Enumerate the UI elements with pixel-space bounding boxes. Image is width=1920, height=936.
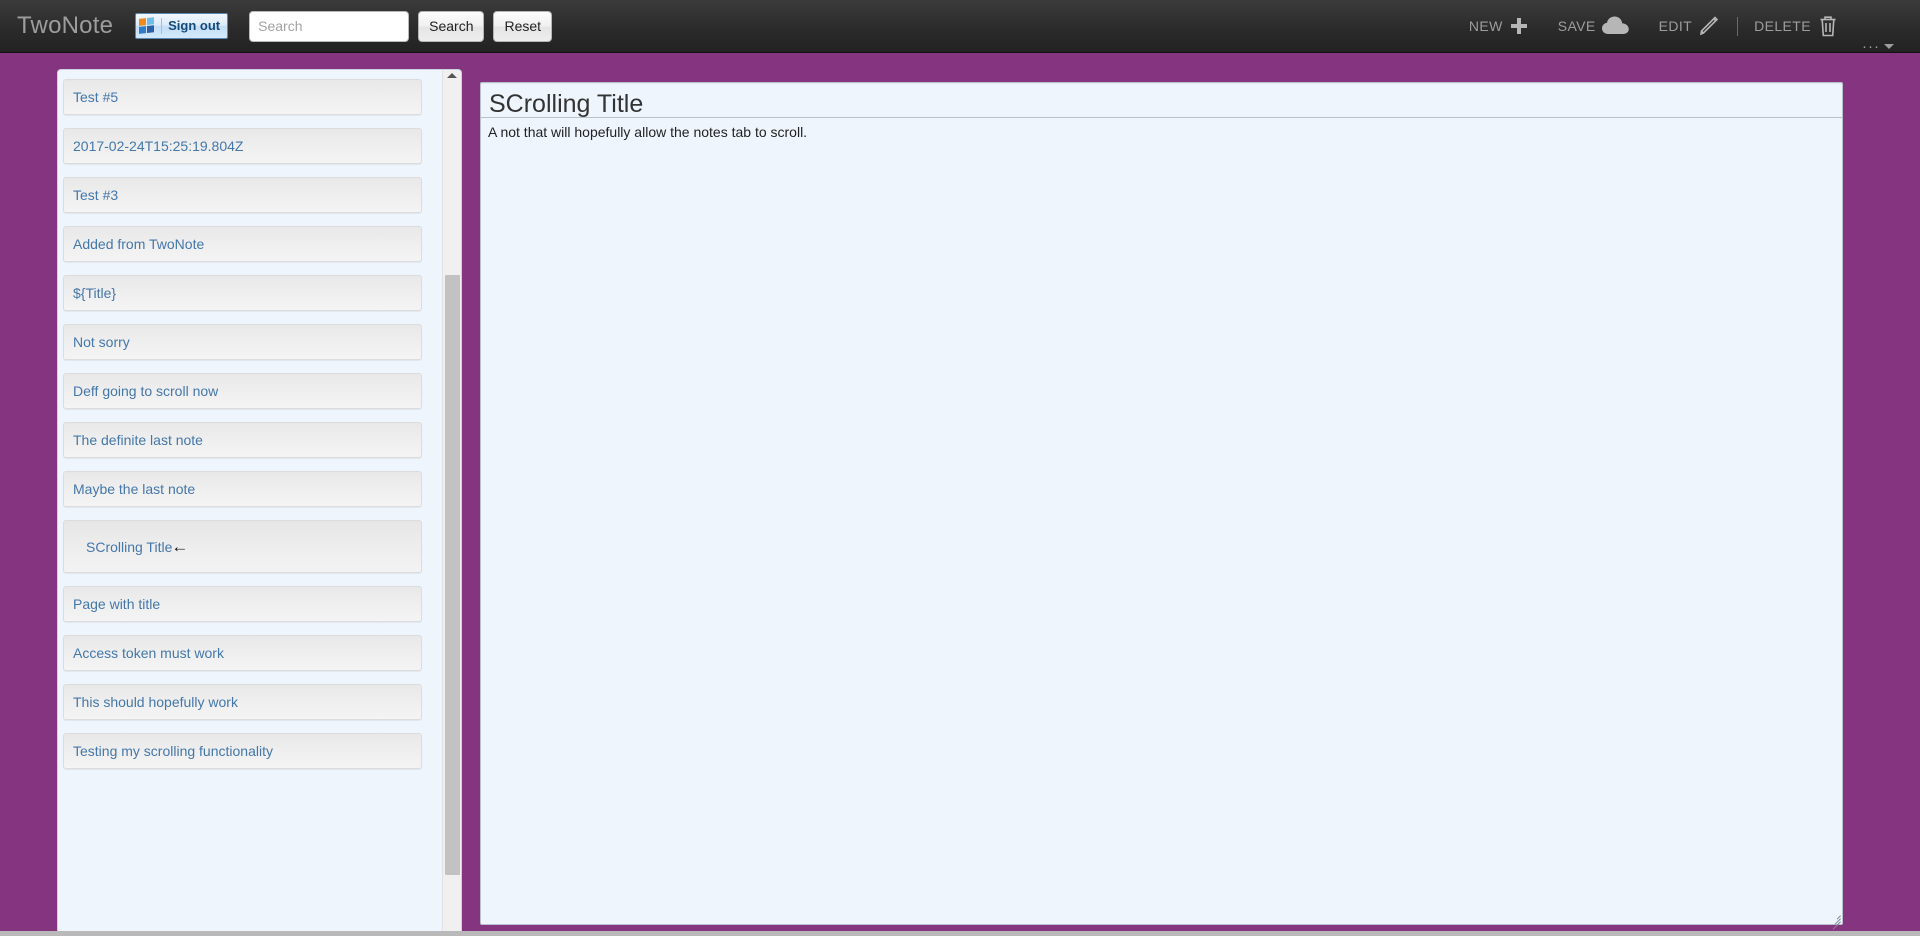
edit-button[interactable]: EDIT [1645, 14, 1736, 38]
scroll-up-arrow-icon[interactable] [447, 73, 457, 78]
sign-out-label: Sign out [161, 18, 220, 34]
list-item[interactable]: 2017-02-24T15:25:19.804Z [63, 128, 422, 164]
sign-out-button[interactable]: Sign out [135, 13, 229, 39]
note-title-label: Added from TwoNote [73, 236, 205, 252]
list-item[interactable]: Access token must work [63, 635, 422, 671]
new-button[interactable]: NEW [1455, 15, 1544, 37]
note-title-label: SCrolling Title [86, 538, 173, 555]
list-item[interactable]: Maybe the last note [63, 471, 422, 507]
edit-label: EDIT [1658, 18, 1693, 34]
toolbar-divider [1737, 16, 1739, 36]
more-options-button[interactable]: ··· [1854, 0, 1910, 55]
sidebar-scrollbar-thumb[interactable] [445, 275, 460, 875]
delete-button[interactable]: DELETE [1740, 13, 1854, 39]
delete-label: DELETE [1754, 18, 1811, 34]
save-button[interactable]: SAVE [1544, 15, 1645, 37]
toolbar: NEW SAVE EDIT DELETE ··· [1455, 0, 1910, 55]
note-title-label: Deff going to scroll now [73, 383, 219, 399]
cloud-icon [1601, 15, 1631, 37]
note-title-label: Test #5 [73, 89, 119, 105]
list-item[interactable]: This should hopefully work [63, 684, 422, 720]
note-title-label: Not sorry [73, 334, 130, 350]
more-dots: ··· [1862, 37, 1880, 55]
note-title-label: This should hopefully work [73, 694, 238, 710]
page-scrollbar[interactable] [0, 931, 1920, 936]
note-body-textarea[interactable] [480, 117, 1843, 925]
list-item[interactable]: Not sorry [63, 324, 422, 360]
notes-sidebar: Test #5 2017-02-24T15:25:19.804Z Test #3… [57, 69, 462, 936]
list-item[interactable]: Test #3 [63, 177, 422, 213]
list-item[interactable]: The definite last note [63, 422, 422, 458]
sidebar-scrollbar[interactable] [442, 70, 461, 936]
list-item[interactable]: Page with title [63, 586, 422, 622]
list-item-selected[interactable]: SCrolling Title ← [63, 520, 422, 573]
windows-logo-icon [139, 17, 155, 35]
app-brand: TwoNote [17, 12, 114, 39]
pencil-icon [1697, 14, 1721, 38]
search-button[interactable]: Search [418, 10, 485, 42]
note-title-label: Access token must work [73, 645, 224, 661]
note-title-label: 2017-02-24T15:25:19.804Z [73, 138, 244, 154]
save-label: SAVE [1557, 18, 1596, 34]
note-title-label: ${Title} [73, 285, 117, 301]
app-header: TwoNote Sign out Search Reset NEW SAVE [0, 0, 1920, 55]
search-input[interactable] [249, 10, 410, 42]
note-title-label: Testing my scrolling functionality [73, 743, 273, 759]
note-title-label: Page with title [73, 596, 161, 612]
note-title-label: The definite last note [73, 432, 203, 448]
list-item[interactable]: Test #5 [63, 79, 422, 115]
list-item[interactable]: Deff going to scroll now [63, 373, 422, 409]
list-item[interactable]: Testing my scrolling functionality [63, 733, 422, 769]
reset-button[interactable]: Reset [493, 10, 553, 42]
notes-list: Test #5 2017-02-24T15:25:19.804Z Test #3… [58, 70, 443, 936]
list-item[interactable]: Added from TwoNote [63, 226, 422, 262]
selected-arrow-icon: ← [171, 537, 189, 556]
note-title-label: Test #3 [73, 187, 119, 203]
plus-icon [1508, 15, 1530, 37]
new-label: NEW [1468, 18, 1503, 34]
chevron-down-icon [1884, 43, 1894, 49]
list-item[interactable]: ${Title} [63, 275, 422, 311]
note-title-label: Maybe the last note [73, 481, 196, 497]
trash-icon [1816, 13, 1840, 39]
